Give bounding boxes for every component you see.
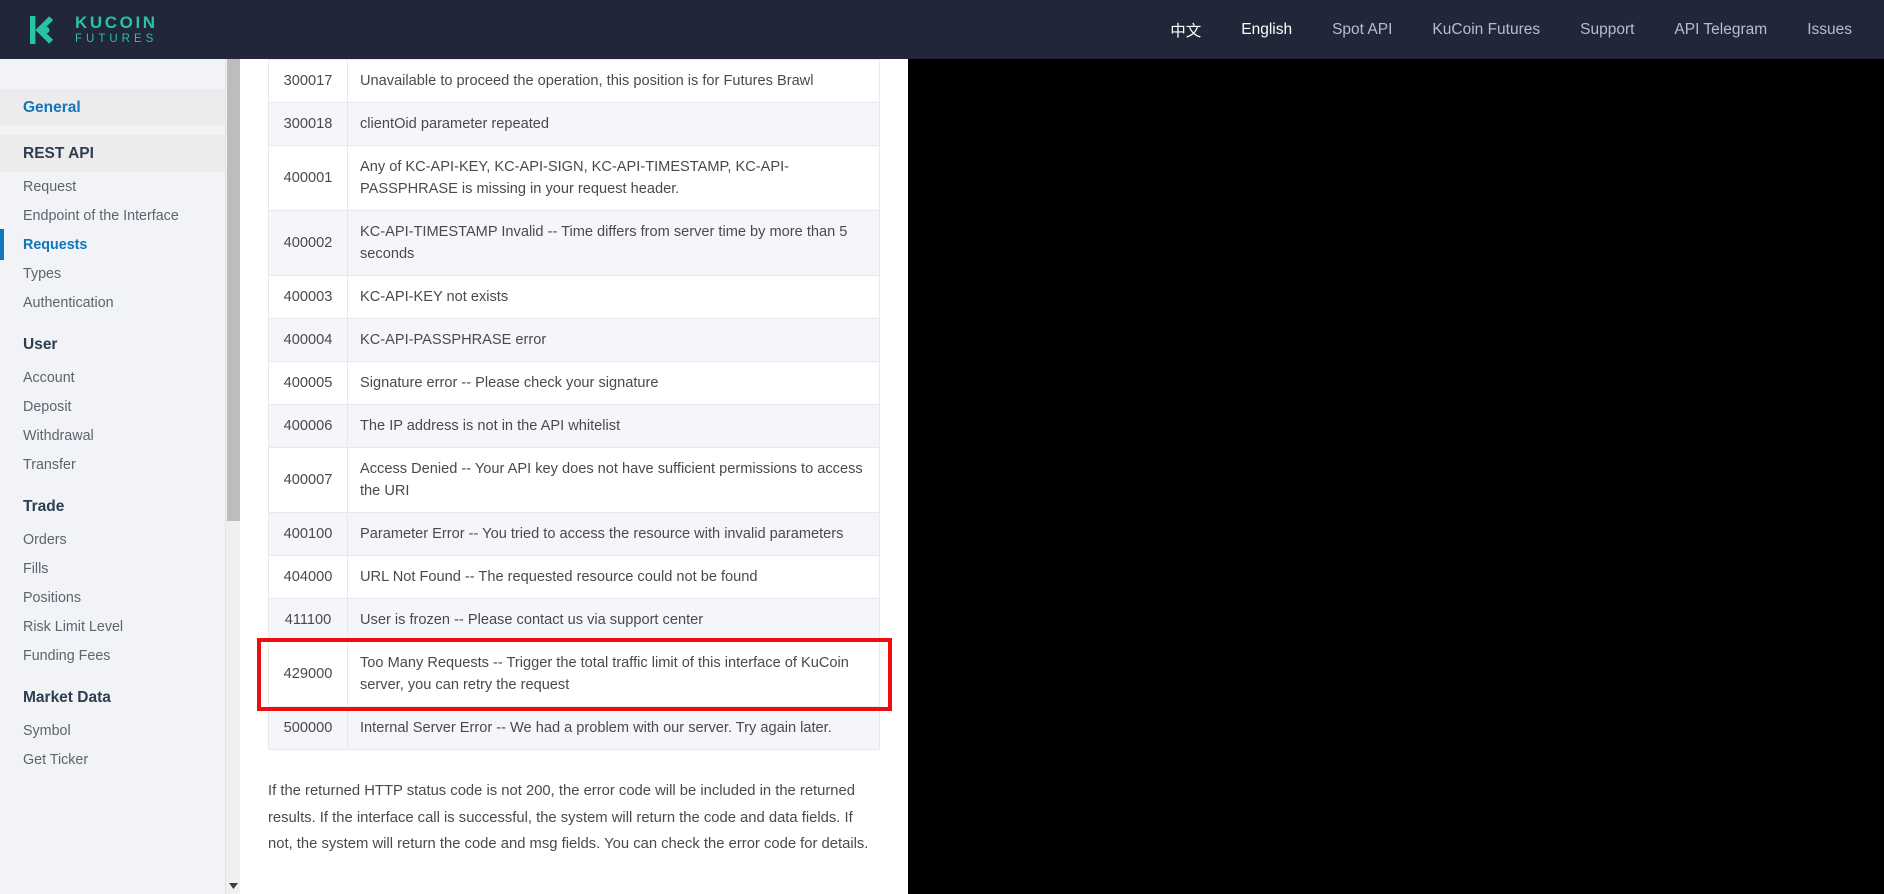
nav-link-kucoin-futures[interactable]: KuCoin Futures [1432,21,1540,39]
nav-link-english[interactable]: English [1241,21,1292,39]
error-message-cell: URL Not Found -- The requested resource … [347,555,880,599]
sidebar-item-deposit[interactable]: Deposit [0,392,225,421]
table-row: 429000 Too Many Requests -- Trigger the t… [268,641,880,707]
sidebar-item-risk-limit-level[interactable]: Risk Limit Level [0,612,225,641]
sidebar-item-account[interactable]: Account [0,363,225,392]
sidebar-item-funding-fees[interactable]: Funding Fees [0,641,225,670]
table-row: 411100 User is frozen -- Please contact u… [268,598,880,642]
nav-link-api-telegram[interactable]: API Telegram [1674,21,1767,39]
table-row: 400006 The IP address is not in the API w… [268,404,880,448]
right-empty-panel [908,59,1884,894]
content-inner: 300017 Unavailable to proceed the operati… [240,59,908,858]
nav-link-spot-api[interactable]: Spot API [1332,21,1392,39]
error-code-cell: 404000 [268,555,348,599]
scrollbar-thumb[interactable] [227,59,240,521]
sidebar-section-rest-api[interactable]: REST API [0,135,225,172]
sidebar-group-spacer [0,126,225,135]
error-code-cell: 429000 [268,641,348,707]
nav-link-issues[interactable]: Issues [1807,21,1852,39]
error-code-cell: 300018 [268,102,348,146]
error-code-cell: 400005 [268,361,348,405]
page-root: KUCOIN FUTURES 中文 English Spot API KuCoin F… [0,0,1884,894]
error-message-cell: Access Denied -- Your API key does not h… [347,447,880,513]
table-row: 400007 Access Denied -- Your API key does… [268,447,880,513]
error-code-cell: 400004 [268,318,348,362]
nav-link-support[interactable]: Support [1580,21,1634,39]
chevron-down-icon[interactable] [226,879,240,893]
error-message-cell: Any of KC-API-KEY, KC-API-SIGN, KC-API-T… [347,145,880,211]
sidebar-item-symbol[interactable]: Symbol [0,716,225,745]
note-paragraph: If the returned HTTP status code is not … [268,783,869,852]
main-content: 300017 Unavailable to proceed the operati… [240,59,908,894]
error-code-cell: 500000 [268,706,348,750]
sidebar-item-orders[interactable]: Orders [0,525,225,554]
sidebar-section-user[interactable]: User [0,326,225,363]
error-message-cell: Too Many Requests -- Trigger the total t… [347,641,880,707]
error-message-cell: Signature error -- Please check your sig… [347,361,880,405]
sidebar-group-spacer [0,479,225,488]
sidebar-scrollbar[interactable] [225,59,240,894]
sidebar-item-transfer[interactable]: Transfer [0,450,225,479]
error-code-cell: 400100 [268,512,348,556]
sidebar-item-fills[interactable]: Fills [0,554,225,583]
nav-link-chinese[interactable]: 中文 [1170,19,1201,41]
sidebar-item-authentication[interactable]: Authentication [0,288,225,317]
table-row: 400003 KC-API-KEY not exists [268,275,880,319]
error-message-cell: Unavailable to proceed the operation, th… [347,59,880,103]
error-message-cell: User is frozen -- Please contact us via … [347,598,880,642]
sidebar-navigation: General REST API Request Endpoint of the In… [0,59,225,894]
sidebar-section-trade[interactable]: Trade [0,488,225,525]
error-message-cell: KC-API-KEY not exists [347,275,880,319]
table-row: 404000 URL Not Found -- The requested res… [268,555,880,599]
error-code-cell: 411100 [268,598,348,642]
error-code-cell: 400006 [268,404,348,448]
table-row: 400001 Any of KC-API-KEY, KC-API-SIGN, KC… [268,145,880,211]
sidebar-item-endpoint-of-the-interface[interactable]: Endpoint of the Interface [0,201,225,230]
error-message-cell: KC-API-PASSPHRASE error [347,318,880,362]
error-message-cell: clientOid parameter repeated [347,102,880,146]
table-row: 300018 clientOid parameter repeated [268,102,880,146]
error-code-cell: 400002 [268,210,348,276]
sidebar-section-general[interactable]: General [0,89,225,126]
table-row: 300017 Unavailable to proceed the operati… [268,59,880,103]
error-code-table: 300017 Unavailable to proceed the operati… [268,59,880,750]
error-message-cell: The IP address is not in the API whiteli… [347,404,880,448]
error-code-cell: 400001 [268,145,348,211]
table-row: 400002 KC-API-TIMESTAMP Invalid -- Time d… [268,210,880,276]
sidebar-item-types[interactable]: Types [0,259,225,288]
sidebar-item-requests[interactable]: Requests [0,229,225,260]
sidebar-group-spacer [0,670,225,679]
top-navigation-bar: KUCOIN FUTURES 中文 English Spot API KuCoin F… [0,0,1884,59]
error-message-cell: KC-API-TIMESTAMP Invalid -- Time differs… [347,210,880,276]
sidebar-item-request[interactable]: Request [0,172,225,201]
table-row: 400004 KC-API-PASSPHRASE error [268,318,880,362]
table-row: 400005 Signature error -- Please check yo… [268,361,880,405]
brand-subtitle: FUTURES [75,32,158,45]
nav-links: 中文 English Spot API KuCoin Futures Support AP… [1170,19,1852,41]
kucoin-k-logo-icon [22,10,62,50]
sidebar-group-spacer [0,317,225,326]
error-code-cell: 400007 [268,447,348,513]
sidebar-item-withdrawal[interactable]: Withdrawal [0,421,225,450]
sidebar-section-market-data[interactable]: Market Data [0,679,225,716]
brand-logo[interactable]: KUCOIN FUTURES [22,10,158,50]
sidebar-item-get-ticker[interactable]: Get Ticker [0,745,225,774]
error-code-cell: 400003 [268,275,348,319]
table-row: 400100 Parameter Error -- You tried to ac… [268,512,880,556]
error-message-cell: Internal Server Error -- We had a proble… [347,706,880,750]
table-row: 500000 Internal Server Error -- We had a … [268,706,880,750]
error-code-cell: 300017 [268,59,348,103]
error-message-cell: Parameter Error -- You tried to access t… [347,512,880,556]
brand-title: KUCOIN [75,12,158,32]
sidebar-item-positions[interactable]: Positions [0,583,225,612]
